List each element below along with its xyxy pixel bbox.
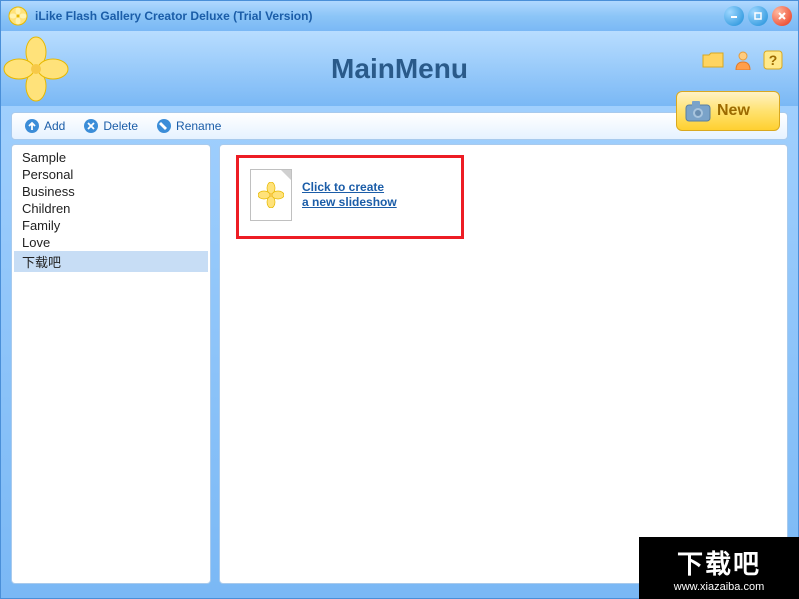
watermark-url: www.xiazaiba.com <box>674 581 764 593</box>
create-slideshow-label: Click to create a new slideshow <box>302 180 397 210</box>
camera-icon <box>685 100 711 122</box>
watermark: 下载吧 www.xiazaiba.com <box>639 537 799 599</box>
sidebar-item[interactable]: Love <box>14 234 208 251</box>
new-button-label: New <box>717 102 750 120</box>
window-controls <box>724 6 792 26</box>
sidebar-item[interactable]: Personal <box>14 166 208 183</box>
delete-icon <box>83 118 99 134</box>
help-icon[interactable]: ? <box>762 49 784 71</box>
close-button[interactable] <box>772 6 792 26</box>
top-icons: ? <box>702 49 784 71</box>
svg-text:?: ? <box>769 52 778 68</box>
sidebar-item[interactable]: 下载吧 <box>14 251 208 272</box>
add-button[interactable]: Add <box>20 116 69 136</box>
create-slideshow-button[interactable]: Click to create a new slideshow <box>250 169 397 221</box>
sidebar-item[interactable]: Children <box>14 200 208 217</box>
new-button[interactable]: New <box>676 91 780 131</box>
rename-label: Rename <box>176 119 221 133</box>
sidebar: SamplePersonalBusinessChildrenFamilyLove… <box>11 144 211 584</box>
app-icon <box>7 5 29 27</box>
titlebar-title: iLike Flash Gallery Creator Deluxe (Tria… <box>35 9 724 23</box>
page-title: MainMenu <box>331 53 468 85</box>
sidebar-item[interactable]: Family <box>14 217 208 234</box>
folder-icon[interactable] <box>702 49 724 71</box>
new-document-icon <box>250 169 292 221</box>
delete-label: Delete <box>103 119 138 133</box>
sidebar-item[interactable]: Business <box>14 183 208 200</box>
body-area: SamplePersonalBusinessChildrenFamilyLove… <box>11 144 788 584</box>
toolbar: Add Delete Rename <box>11 112 788 140</box>
titlebar: iLike Flash Gallery Creator Deluxe (Tria… <box>1 1 798 31</box>
add-icon <box>24 118 40 134</box>
rename-icon <box>156 118 172 134</box>
rename-button[interactable]: Rename <box>152 116 225 136</box>
add-label: Add <box>44 119 65 133</box>
logo-icon <box>1 34 71 104</box>
app-window: iLike Flash Gallery Creator Deluxe (Tria… <box>0 0 799 599</box>
user-icon[interactable] <box>732 49 754 71</box>
maximize-button[interactable] <box>748 6 768 26</box>
sidebar-item[interactable]: Sample <box>14 149 208 166</box>
content-pane: Click to create a new slideshow <box>219 144 788 584</box>
minimize-button[interactable] <box>724 6 744 26</box>
watermark-text: 下载吧 <box>677 544 761 581</box>
delete-button[interactable]: Delete <box>79 116 142 136</box>
header: MainMenu ? New <box>1 31 798 106</box>
